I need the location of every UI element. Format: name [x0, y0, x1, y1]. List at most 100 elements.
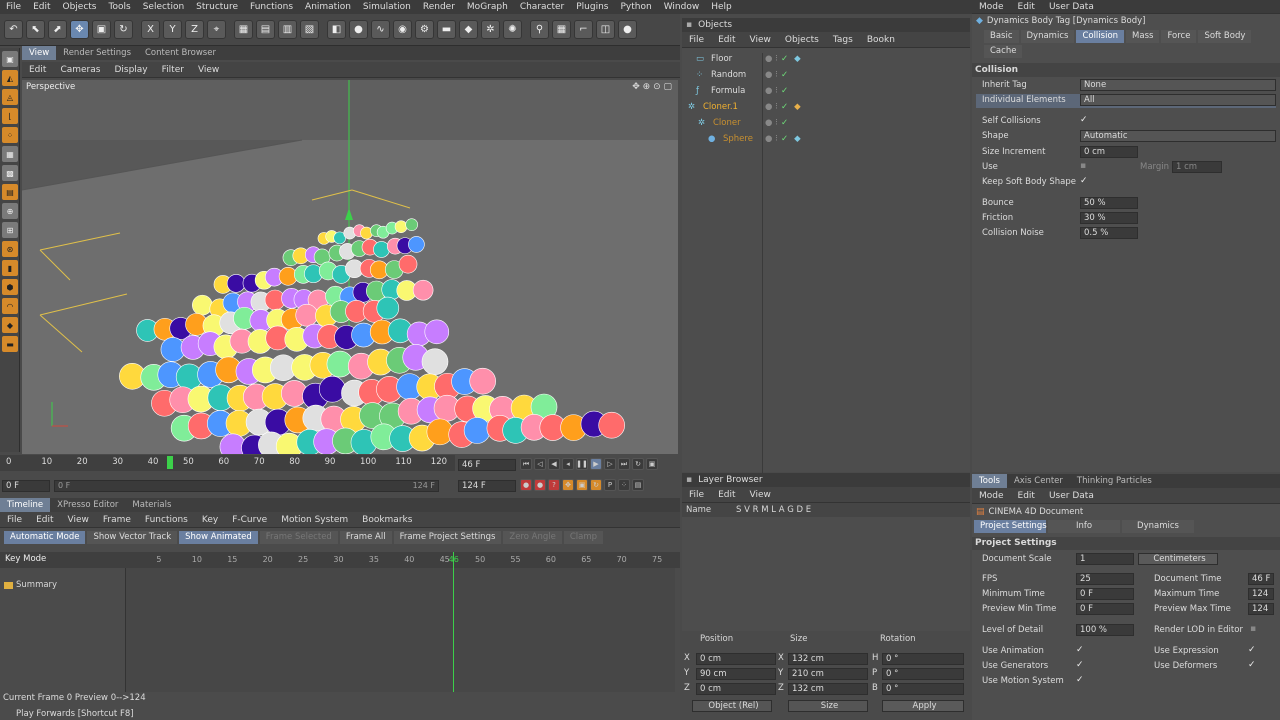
edges-mode-icon[interactable]: ▦: [2, 146, 18, 162]
tweak-mode-icon[interactable]: ⊞: [2, 222, 18, 238]
lod-field[interactable]: 100 %: [1076, 624, 1134, 636]
render-picture-icon[interactable]: ▤: [256, 20, 275, 39]
objects-menu-objects[interactable]: Objects: [778, 35, 826, 45]
enabled-check-icon[interactable]: ✓: [781, 118, 788, 128]
timeline-tab-timeline[interactable]: Timeline: [0, 498, 51, 512]
zero-angle-button[interactable]: Zero Angle: [503, 531, 562, 544]
menu-help[interactable]: Help: [705, 2, 738, 12]
undo-icon[interactable]: ↶: [4, 20, 23, 39]
keep-shape-checkbox[interactable]: ✓: [1080, 176, 1088, 186]
visibility-dots-icon[interactable]: ● ⁝: [765, 134, 781, 144]
object-row[interactable]: ▭ Floor ● ⁝ ✓ ◆: [688, 51, 970, 67]
camera-icon[interactable]: ✲: [481, 20, 500, 39]
quantize-icon[interactable]: ●: [618, 20, 637, 39]
grid-icon[interactable]: ▦: [552, 20, 571, 39]
max-time-field[interactable]: 124: [1248, 588, 1274, 600]
edit-render-icon[interactable]: ▧: [300, 20, 319, 39]
object-row[interactable]: ƒ Formula ● ⁝ ✓: [688, 83, 970, 99]
objects-menu-file[interactable]: File: [682, 35, 711, 45]
tools-tab-tools[interactable]: Tools: [972, 474, 1007, 488]
scheme-icon[interactable]: ▤: [632, 479, 644, 491]
individual-elements-select[interactable]: All: [1080, 94, 1276, 106]
self-collisions-checkbox[interactable]: ✓: [1080, 115, 1088, 125]
tools-tab-axis-center[interactable]: Axis Center: [1007, 474, 1070, 488]
timeline-menu-frame[interactable]: Frame: [96, 515, 138, 525]
menu-mograph[interactable]: MoGraph: [461, 2, 514, 12]
subtab-info[interactable]: Info: [1048, 520, 1120, 533]
end-frame-field[interactable]: 124 F: [458, 480, 516, 492]
make-editable-icon[interactable]: ▣: [2, 51, 18, 67]
use-motion-checkbox[interactable]: ✓: [1076, 675, 1084, 685]
size-increment-field[interactable]: 0 cm: [1080, 146, 1138, 158]
size-field[interactable]: 132 cm: [788, 683, 868, 695]
visibility-dots-icon[interactable]: ● ⁝: [765, 86, 781, 96]
timeline-menu-key[interactable]: Key: [195, 515, 225, 525]
timeline-menu-view[interactable]: View: [61, 515, 96, 525]
move-icon[interactable]: ✥: [70, 20, 89, 39]
menu-python[interactable]: Python: [615, 2, 658, 12]
rotate-icon[interactable]: ↻: [114, 20, 133, 39]
render-region-icon[interactable]: ◆: [2, 317, 18, 333]
nurbs-icon[interactable]: ◉: [393, 20, 412, 39]
menu-functions[interactable]: Functions: [244, 2, 299, 12]
tab-view[interactable]: View: [22, 46, 57, 60]
doc-time-field[interactable]: 46 F: [1248, 573, 1274, 585]
timeline-menu-f-curve[interactable]: F-Curve: [225, 515, 274, 525]
timeline-graph[interactable]: [125, 552, 675, 692]
polygons-mode-icon[interactable]: ▩: [2, 165, 18, 181]
timeline-ruler[interactable]: 5101520253035404546505560657075: [125, 552, 675, 568]
coord-mode-select[interactable]: Object (Rel): [692, 700, 772, 712]
playback-options-icon[interactable]: ▣: [646, 458, 658, 470]
tab-content-browser[interactable]: Content Browser: [138, 46, 223, 60]
objects-menu-bookn[interactable]: Bookn: [860, 35, 902, 45]
enabled-check-icon[interactable]: ✓: [781, 134, 788, 144]
z-axis-icon[interactable]: Z: [185, 20, 204, 39]
go-start-icon[interactable]: ⏮: [520, 458, 532, 470]
viewport-menu-edit[interactable]: Edit: [22, 65, 53, 75]
size-field[interactable]: 132 cm: [788, 653, 868, 665]
lock-icon[interactable]: ⚲: [530, 20, 549, 39]
sculpt-icon[interactable]: ▮: [2, 260, 18, 276]
clamp-button[interactable]: Clamp: [563, 531, 604, 544]
menu-animation[interactable]: Animation: [299, 2, 357, 12]
model-mode-icon[interactable]: ◭: [2, 70, 18, 86]
viewport-perspective[interactable]: Perspective ✥ ⊕ ⊙ ▢: [22, 80, 678, 454]
tab-soft-body[interactable]: Soft Body: [1198, 30, 1252, 43]
friction-field[interactable]: 30 %: [1080, 212, 1138, 224]
render-lod-checkbox[interactable]: ▪: [1250, 624, 1256, 634]
objects-menu-view[interactable]: View: [743, 35, 778, 45]
playhead-marker[interactable]: [167, 456, 173, 469]
tools-menu-mode[interactable]: Mode: [972, 491, 1011, 501]
menu-edit[interactable]: Edit: [27, 2, 56, 12]
hair-icon[interactable]: ▬: [2, 336, 18, 352]
attributes-menu-edit[interactable]: Edit: [1011, 2, 1042, 12]
enabled-check-icon[interactable]: ✓: [781, 70, 788, 80]
texture-mode-icon[interactable]: ◬: [2, 89, 18, 105]
objects-menu-tags[interactable]: Tags: [826, 35, 860, 45]
menu-selection[interactable]: Selection: [137, 2, 190, 12]
cube-icon[interactable]: ◧: [327, 20, 346, 39]
array-icon[interactable]: ⚙: [415, 20, 434, 39]
record-icon[interactable]: ●: [520, 479, 532, 491]
object-row[interactable]: ✲ Cloner.1 ● ⁝ ✓ ◆: [688, 99, 970, 115]
object-row[interactable]: ● Sphere ● ⁝ ✓ ◆: [688, 131, 970, 147]
viewport-menu-cameras[interactable]: Cameras: [53, 65, 107, 75]
enabled-check-icon[interactable]: ✓: [781, 102, 788, 112]
menu-simulation[interactable]: Simulation: [357, 2, 417, 12]
viewport-menu-view[interactable]: View: [191, 65, 226, 75]
use-animation-checkbox[interactable]: ✓: [1076, 645, 1084, 655]
objects-menu-edit[interactable]: Edit: [711, 35, 742, 45]
tools-tab-thinking-particles[interactable]: Thinking Particles: [1070, 474, 1159, 488]
menu-tools[interactable]: Tools: [103, 2, 137, 12]
timeline-tab-materials[interactable]: Materials: [125, 498, 178, 512]
fps-field[interactable]: 25: [1076, 573, 1134, 585]
snap-mode-icon[interactable]: ⊛: [2, 241, 18, 257]
shape-select[interactable]: Automatic: [1080, 130, 1276, 142]
inherit-tag-select[interactable]: None: [1080, 79, 1276, 91]
use-generators-checkbox[interactable]: ✓: [1076, 660, 1084, 670]
scene-icon[interactable]: ◆: [459, 20, 478, 39]
prev-frame-icon[interactable]: ◀: [548, 458, 560, 470]
menu-window[interactable]: Window: [658, 2, 706, 12]
tab-mass[interactable]: Mass: [1126, 30, 1160, 43]
tab-basic[interactable]: Basic: [984, 30, 1019, 43]
